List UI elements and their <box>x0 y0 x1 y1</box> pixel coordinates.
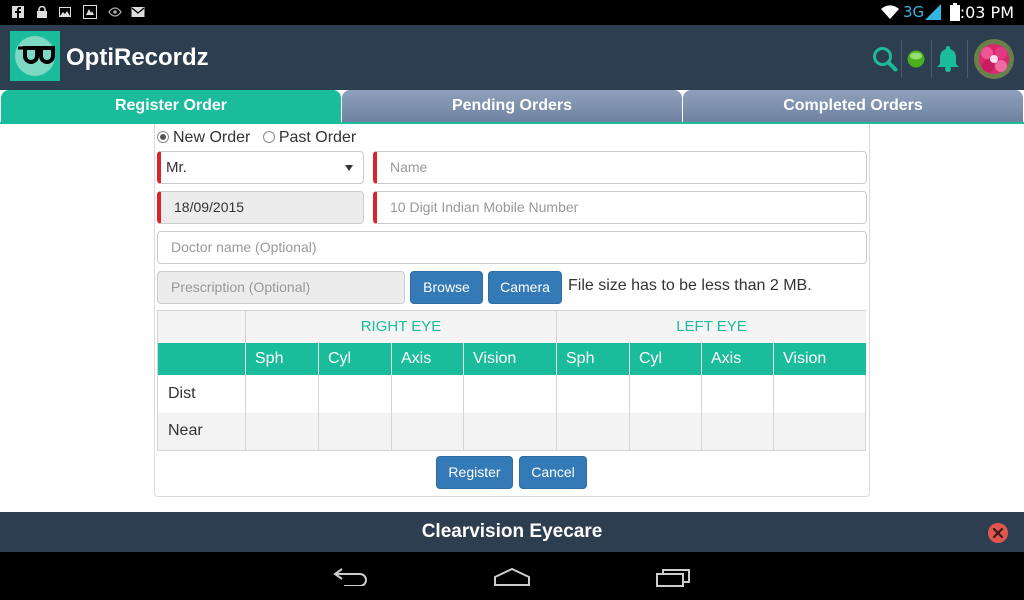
rx-cell-near-l-sph[interactable] <box>557 413 630 450</box>
date-field[interactable]: 18/09/2015 <box>157 191 364 224</box>
flower-avatar-icon <box>974 39 1014 79</box>
app-screen: 3G 1:03 PM OptiRecordz Register Order Pe… <box>0 0 1024 600</box>
new-order-radio[interactable] <box>157 131 169 143</box>
past-order-radio[interactable] <box>262 131 275 143</box>
recent-apps-icon[interactable] <box>656 567 692 587</box>
rx-cell-dist-r-vision[interactable] <box>464 375 557 413</box>
rx-cell-near-l-axis[interactable] <box>702 413 774 450</box>
app-header: OptiRecordz <box>0 25 1024 90</box>
network-type: 3G <box>903 3 925 21</box>
column-header: Sph <box>246 343 319 375</box>
rx-cell-dist-l-vision[interactable] <box>774 375 866 413</box>
search-icon[interactable] <box>872 46 898 72</box>
column-header: Cyl <box>319 343 392 375</box>
rx-cell-dist-l-cyl[interactable] <box>630 375 702 413</box>
app-logo <box>10 31 60 81</box>
rx-cell-near-r-vision[interactable] <box>464 413 557 450</box>
bell-icon[interactable] <box>935 44 961 72</box>
rx-cell-near-r-cyl[interactable] <box>319 413 392 450</box>
left-eye-header: LEFT EYE <box>557 311 866 343</box>
user-avatar[interactable] <box>974 39 1014 79</box>
dropdown-arrow-icon <box>345 165 353 171</box>
glasses-logo-icon <box>15 36 55 76</box>
rx-cell-dist-r-axis[interactable] <box>392 375 464 413</box>
rx-cell-dist-l-sph[interactable] <box>557 375 630 413</box>
column-header: Cyl <box>630 343 702 375</box>
column-header: Vision <box>464 343 557 375</box>
camera-button[interactable]: Camera <box>488 271 562 304</box>
system-nav-bar <box>0 552 1024 600</box>
salutation-select[interactable]: Mr. <box>157 151 364 184</box>
mobile-input[interactable]: 10 Digit Indian Mobile Number <box>373 191 867 224</box>
back-icon[interactable] <box>332 568 368 586</box>
facebook-icon <box>12 6 24 18</box>
rx-cell-near-r-axis[interactable] <box>392 413 464 450</box>
eye-icon <box>108 7 122 17</box>
rx-cell-dist-l-axis[interactable] <box>702 375 774 413</box>
app-title: OptiRecordz <box>66 44 209 71</box>
new-order-label: New Order <box>173 129 251 146</box>
app-icon <box>83 5 97 19</box>
header-divider <box>901 40 902 78</box>
mail-icon <box>131 7 145 17</box>
online-status-icon[interactable] <box>906 49 926 69</box>
prescription-table: RIGHT EYE LEFT EYE Sph Cyl Axis Vision S… <box>157 310 866 451</box>
tab-pending-orders[interactable]: Pending Orders <box>342 90 682 123</box>
column-header: Sph <box>557 343 630 375</box>
rx-cell-near-l-cyl[interactable] <box>630 413 702 450</box>
prescription-input[interactable]: Prescription (Optional) <box>157 271 405 304</box>
store-name: Clearvision Eyecare <box>421 521 603 542</box>
tab-register-order[interactable]: Register Order <box>1 90 341 123</box>
header-divider <box>931 40 932 78</box>
order-type-radios: New Order Past Order <box>157 129 364 147</box>
image-icon <box>59 7 71 17</box>
tab-completed-orders[interactable]: Completed Orders <box>683 90 1023 123</box>
rx-cell-dist-r-sph[interactable] <box>246 375 319 413</box>
name-input[interactable]: Name <box>373 151 867 184</box>
column-header: Axis <box>702 343 774 375</box>
wifi-icon <box>881 5 899 20</box>
past-order-label: Past Order <box>278 129 357 146</box>
lock-icon <box>37 6 47 18</box>
browse-button[interactable]: Browse <box>410 271 483 304</box>
column-header: Vision <box>774 343 866 375</box>
home-icon[interactable] <box>494 568 530 586</box>
table-label-header <box>158 343 246 375</box>
clock: 1:03 PM <box>949 3 1014 22</box>
salutation-value: Mr. <box>166 159 187 176</box>
status-bar: 3G 1:03 PM <box>0 0 1024 25</box>
file-size-note: File size has to be less than 2 MB. <box>568 277 812 294</box>
table-corner-cell <box>158 311 246 343</box>
row-label-column <box>158 375 246 450</box>
right-eye-header: RIGHT EYE <box>246 311 557 343</box>
doctor-name-input[interactable]: Doctor name (Optional) <box>157 231 867 264</box>
rx-cell-dist-r-cyl[interactable] <box>319 375 392 413</box>
signal-icon <box>925 4 941 20</box>
rx-cell-near-r-sph[interactable] <box>246 413 319 450</box>
rx-cell-near-l-vision[interactable] <box>774 413 866 450</box>
close-icon[interactable] <box>988 523 1008 543</box>
column-header: Axis <box>392 343 464 375</box>
cancel-button[interactable]: Cancel <box>519 456 587 489</box>
header-divider <box>967 40 968 78</box>
store-banner: Clearvision Eyecare <box>0 512 1024 552</box>
register-button[interactable]: Register <box>436 456 513 489</box>
